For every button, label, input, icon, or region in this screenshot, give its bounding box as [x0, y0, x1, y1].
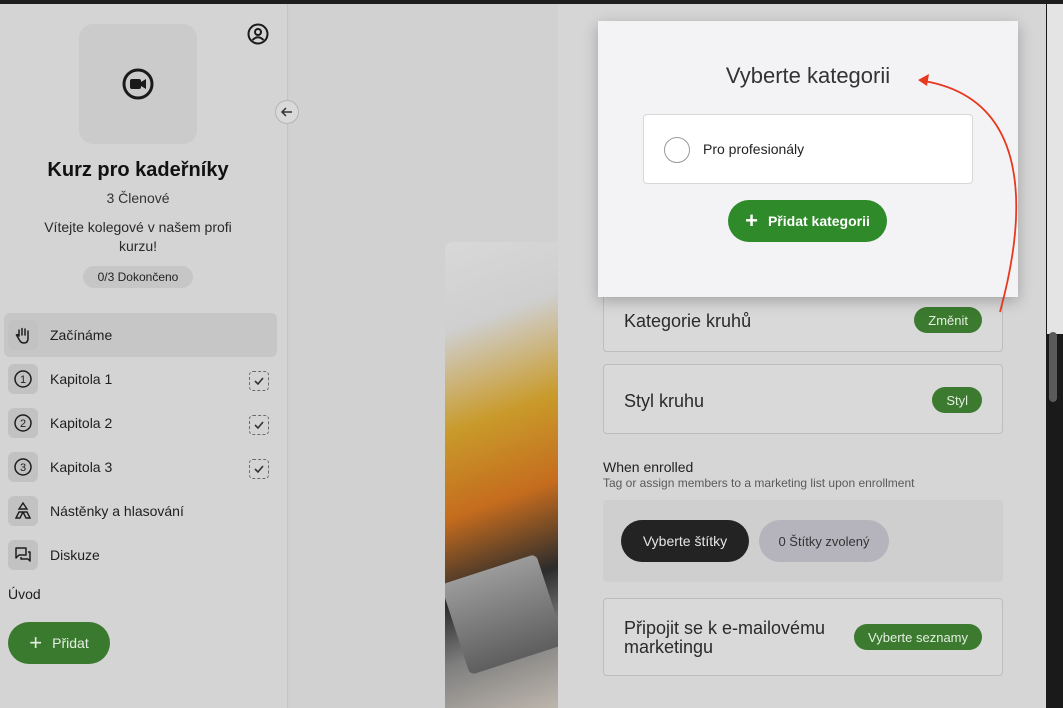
sidebar-item-label: Diskuze [50, 547, 100, 563]
collapse-sidebar-button[interactable] [275, 100, 299, 124]
sidebar-item-label: Nástěnky a hlasování [50, 503, 184, 519]
select-tags-button[interactable]: Vyberte štítky [621, 520, 749, 562]
section-label-uvod: Úvod [8, 586, 41, 602]
members-count: 3 Členové [106, 190, 170, 206]
progress-badge: 0/3 Dokončeno [83, 266, 193, 288]
tags-selected-button[interactable]: 0 Štítky zvolený [759, 520, 889, 562]
number-1-icon: 1 [8, 364, 38, 394]
style-card: Styl kruhu Styl [603, 364, 1003, 434]
completion-checkbox[interactable] [249, 459, 269, 479]
add-button-label: Přidat [52, 635, 89, 651]
sidebar-nav: Začínáme 1 Kapitola 1 2 Kapitola 2 3 Kap [0, 313, 288, 577]
check-icon [254, 465, 264, 474]
add-button[interactable]: + Přidat [8, 622, 110, 664]
sidebar-item-label: Začínáme [50, 327, 113, 343]
email-marketing-card: Připojit se k e-mailovému marketingu Vyb… [603, 598, 1003, 676]
chat-icon [8, 540, 38, 570]
sidebar-item-kapitola-3[interactable]: 3 Kapitola 3 [4, 445, 277, 489]
style-title: Styl kruhu [624, 391, 705, 411]
sidebar-item-nastenky[interactable]: Nástěnky a hlasování [4, 489, 277, 533]
category-option-label: Pro profesionály [703, 141, 805, 157]
completion-checkbox[interactable] [249, 371, 269, 391]
add-category-label: Přidat kategorii [767, 213, 870, 229]
course-logo [79, 24, 197, 144]
email-marketing-title: Připojit se k e-mailovému marketingu [624, 618, 826, 657]
sidebar-item-kapitola-2[interactable]: 2 Kapitola 2 [4, 401, 277, 445]
select-lists-button[interactable]: Vyberte seznamy [854, 624, 982, 650]
device-shape [445, 553, 558, 676]
style-button[interactable]: Styl [932, 387, 982, 413]
category-radio[interactable] [664, 137, 690, 163]
svg-text:1: 1 [20, 374, 26, 386]
background-page-strip [1047, 4, 1063, 334]
completion-checkbox[interactable] [249, 415, 269, 435]
course-title: Kurz pro kadeřníky [47, 159, 229, 181]
svg-text:2: 2 [20, 418, 26, 430]
plus-icon: + [745, 208, 758, 233]
svg-text:3: 3 [20, 462, 26, 474]
sidebar: Kurz pro kadeřníky 3 Členové Vítejte kol… [0, 4, 288, 708]
sidebar-item-label: Kapitola 1 [50, 371, 113, 387]
welcome-text: Vítejte kolegové v našem profi kurzu! [44, 219, 232, 254]
sidebar-item-label: Kapitola 2 [50, 415, 113, 431]
check-icon [254, 421, 264, 430]
sidebar-item-zaciname[interactable]: Začínáme [4, 313, 277, 357]
enroll-subtitle: Tag or assign members to a marketing lis… [603, 476, 915, 490]
sidebar-item-diskuze[interactable]: Diskuze [4, 533, 277, 577]
user-profile-icon[interactable] [246, 22, 270, 46]
enroll-title: When enrolled [603, 459, 694, 475]
category-title: Kategorie kruhů [624, 311, 752, 331]
scrollbar-thumb[interactable] [1049, 332, 1057, 402]
sidebar-item-kapitola-1[interactable]: 1 Kapitola 1 [4, 357, 277, 401]
poll-icon [8, 496, 38, 526]
plus-icon: + [29, 630, 43, 655]
add-category-button[interactable]: + Přidat kategorii [728, 200, 887, 242]
hand-icon [8, 320, 38, 350]
number-3-icon: 3 [8, 452, 38, 482]
annotation-arrow [918, 74, 1018, 313]
sidebar-item-label: Kapitola 3 [50, 459, 113, 475]
number-2-icon: 2 [8, 408, 38, 438]
video-icon [122, 68, 154, 100]
check-icon [254, 377, 264, 386]
course-cover-image [445, 242, 558, 708]
arrow-left-icon [280, 107, 292, 117]
